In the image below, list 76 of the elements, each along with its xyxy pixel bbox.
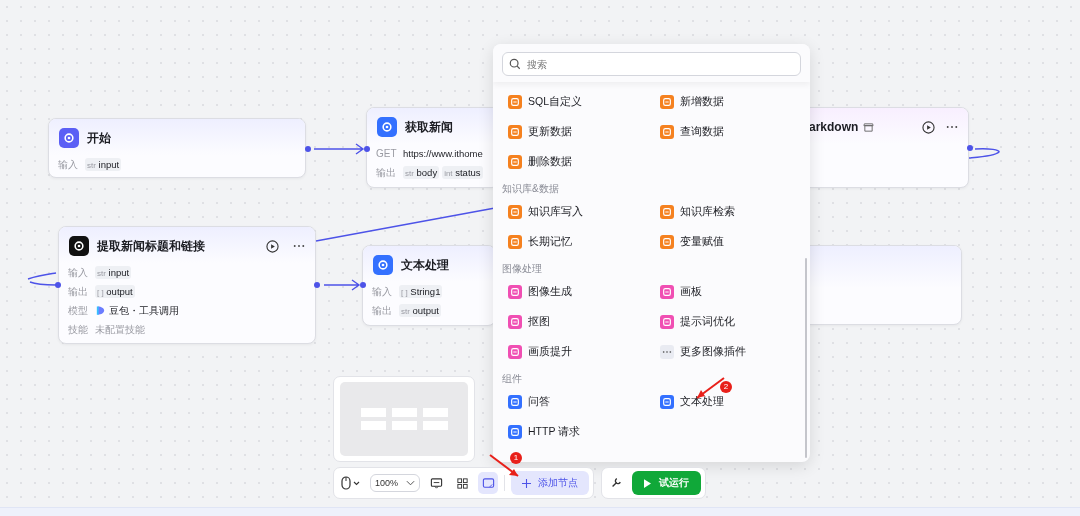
port-dot[interactable] (967, 145, 973, 151)
connector (968, 148, 1000, 159)
run-icon[interactable] (922, 120, 935, 134)
variable-tag: [ ] output (95, 285, 135, 298)
url-text: https://www.ithome (403, 148, 483, 159)
mouse-icon (341, 476, 361, 490)
row-label: 模型 (68, 303, 89, 318)
minimap-icon (481, 476, 495, 490)
annotation-arrow (489, 454, 519, 477)
menu-item[interactable]: 变量赋值 (654, 227, 804, 257)
search-icon (509, 58, 521, 70)
model-name: 豆包・工具调用 (109, 303, 179, 318)
skills-text: 未配置技能 (95, 322, 145, 337)
variable-tag: str input (95, 266, 132, 279)
section-title: 图像处理 (502, 263, 542, 274)
menu-item[interactable]: 抠图 (502, 307, 654, 337)
comment-icon (429, 476, 443, 490)
connector (27, 272, 57, 286)
search-field[interactable]: 搜索 (502, 52, 801, 76)
menu-item[interactable]: 提示词优化 (654, 307, 804, 337)
scrollbar[interactable] (805, 258, 807, 458)
variable-tag: int status (442, 166, 483, 179)
menu-item[interactable]: SQL自定义 (502, 87, 654, 117)
more-icon[interactable] (946, 125, 958, 129)
menu-item[interactable]: 更多图像插件 (654, 337, 804, 367)
run-icon[interactable] (266, 239, 279, 253)
node-card[interactable]: 文本处理 输入 [ ] String1 输出 str output (362, 245, 496, 326)
node-card[interactable]: 开始 输入 str input (48, 118, 306, 178)
port-dot[interactable] (305, 146, 311, 152)
port-dot[interactable] (364, 146, 370, 152)
menu-item[interactable]: 删除数据 (502, 147, 654, 177)
section-title: 知识库&数据 (502, 183, 559, 194)
store-icon (863, 121, 875, 133)
connector (323, 279, 361, 291)
node-card[interactable]: 提取新闻标题和链接 输入 str input 输出 [ ] output 模型 豆包・工具调用 技能 未配置技能 (58, 226, 316, 344)
connector (313, 143, 365, 155)
minimap-toggle[interactable] (478, 472, 499, 494)
port-dot[interactable] (55, 282, 61, 288)
plus-icon (522, 478, 532, 488)
row-label: 输入 (58, 157, 79, 172)
row-label: 输入 (372, 284, 393, 299)
menu-item[interactable]: 知识库写入 (502, 197, 654, 227)
row-label: 技能 (68, 322, 89, 337)
menu-item[interactable]: 长期记忆 (502, 227, 654, 257)
variable-tag: [ ] String1 (399, 285, 443, 298)
row-label: 输出 (376, 165, 397, 180)
menu-item[interactable]: 画板 (654, 277, 804, 307)
variable-tag: str body (403, 166, 440, 179)
caret-icon (406, 480, 416, 486)
menu-item[interactable]: 问答 (502, 387, 654, 417)
model-icon (95, 305, 106, 316)
menu-item[interactable]: HTTP 请求 (502, 417, 654, 447)
zoom-select[interactable]: 100% (370, 474, 421, 492)
port-dot[interactable] (360, 282, 366, 288)
node-title: 提取新闻标题和链接 (97, 237, 205, 255)
row-label: GET (376, 148, 398, 159)
play-icon (644, 478, 652, 488)
menu-item[interactable]: 图像生成 (502, 277, 654, 307)
menu-item[interactable]: 更新数据 (502, 117, 654, 147)
section-title: 组件 (502, 373, 522, 384)
row-label: 输出 (372, 303, 393, 318)
node-title: 文本处理 (401, 256, 449, 274)
node-title: arkdown (809, 120, 859, 134)
wrench-icon (610, 477, 623, 489)
variable-tag: str input (85, 158, 122, 171)
menu-item[interactable]: 画质提升 (502, 337, 654, 367)
add-node-button[interactable]: 添加节点 (511, 471, 590, 495)
node-title: 获取新闻 (405, 118, 453, 136)
port-dot[interactable] (314, 282, 320, 288)
more-icon[interactable] (293, 244, 305, 248)
row-label: 输入 (68, 265, 89, 280)
row-label: 输出 (68, 284, 89, 299)
grid-icon (455, 476, 469, 490)
menu-item[interactable]: 知识库检索 (654, 197, 804, 227)
variable-tag: str output (399, 304, 441, 317)
node-title: 开始 (87, 129, 111, 147)
